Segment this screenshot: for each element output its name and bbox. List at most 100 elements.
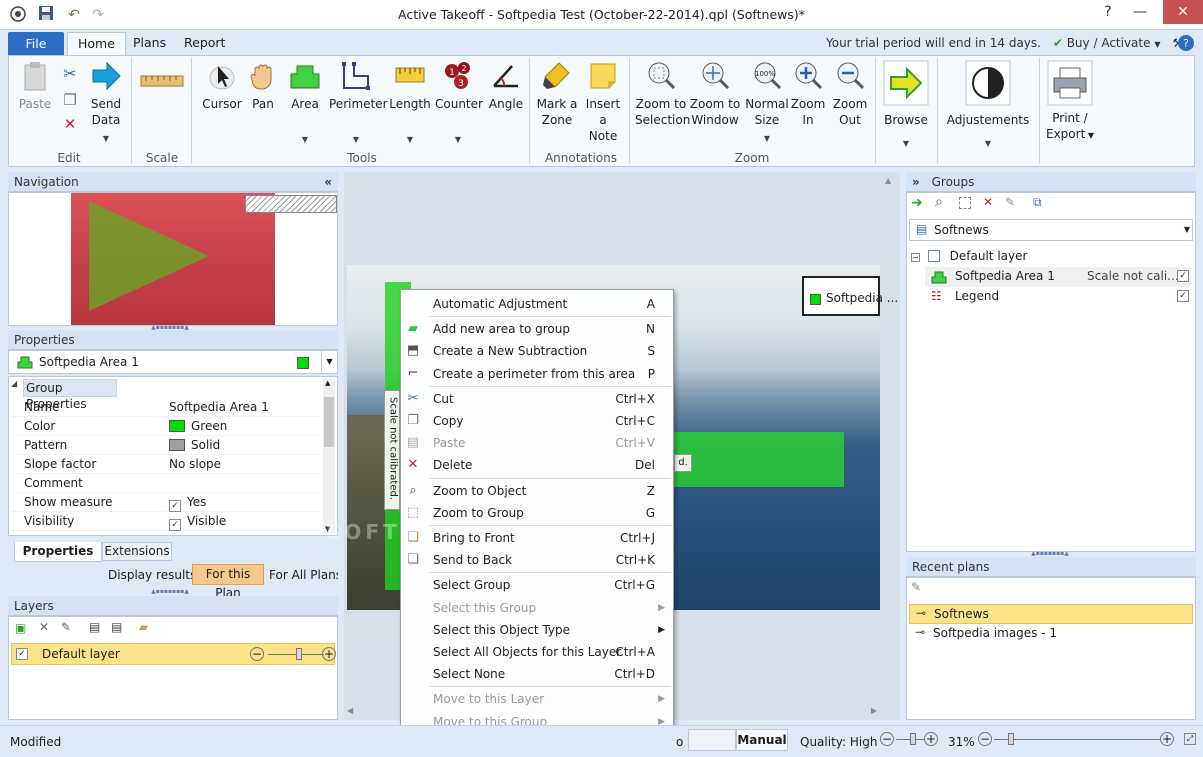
zoom-out-button[interactable]: Zoom Out [831,60,869,128]
minimize-button[interactable]: — [1120,0,1160,24]
folder-icon[interactable]: ▰ [139,620,148,634]
property-row-color[interactable]: Color Green [12,417,320,436]
paste-button[interactable]: Paste [15,60,55,112]
checkbox[interactable]: ✓ [169,519,181,531]
menu-item-select-this-object-type[interactable]: Select this Object Type ▶ [401,619,673,641]
menu-item-create-a-new-subtraction[interactable]: ⬒ Create a New Subtraction S [401,340,673,362]
scroll-up-icon[interactable]: ▲ [325,379,330,387]
menu-item-delete[interactable]: ✕ Delete Del [401,454,673,476]
zoom-increase-button[interactable]: + [1160,732,1174,746]
quality-label[interactable]: Quality: High [800,735,877,749]
arrow-right-icon[interactable]: ➜ [911,195,923,211]
quality-decrease-button[interactable]: − [880,732,894,746]
ribbon-help-icon[interactable]: ? [1177,34,1195,52]
save-layer-icon[interactable]: ▤ [89,620,100,634]
scale-button[interactable] [139,74,185,92]
tab-home[interactable]: Home [67,32,126,56]
area-checkbox[interactable]: ✓ [1177,270,1189,282]
zoom-in-button[interactable]: Zoom In [789,60,827,128]
counter-button[interactable]: 12 3 Counter ▼ [435,60,483,148]
close-button[interactable]: ✕ [1163,0,1203,24]
expand-right-icon[interactable]: » [912,175,920,189]
pin-icon[interactable]: ⊸ [915,625,925,639]
edit-icon[interactable]: ✎ [1005,195,1015,209]
property-row-pattern[interactable]: Pattern Solid [12,436,320,455]
tab-report[interactable]: Report [174,32,235,56]
menu-item-select-none[interactable]: Select None Ctrl+D [401,663,673,685]
property-row-slope[interactable]: Slope factor No slope [12,455,320,474]
menu-item-automatic-adjustment[interactable]: Automatic Adjustment A [401,293,673,315]
window-icon[interactable]: ⧉ [1033,195,1042,210]
zoom-slider-thumb[interactable] [1008,733,1014,745]
tab-extensions[interactable]: Extensions [102,542,172,561]
chevron-down-icon[interactable]: ▼ [321,351,337,373]
tab-properties[interactable]: Properties [14,542,102,562]
fit-window-icon[interactable]: ⤢ [1184,733,1196,745]
zoom-to-window-button[interactable]: Zoom to Window [689,60,741,128]
quality-increase-button[interactable]: + [924,732,938,746]
print-export-button[interactable]: Print / Export ▼ [1043,60,1097,144]
opacity-slider-thumb[interactable] [296,648,302,660]
layer-checkbox[interactable] [927,250,940,262]
menu-item-select-this-group[interactable]: Select this Group ▶ [401,597,673,619]
tree-area-row[interactable]: Softpedia Area 1 Scale not cali... ✓ [925,267,1191,287]
layer-row-default[interactable]: ✓ Default layer − + [11,643,336,665]
menu-item-zoom-to-object[interactable]: ⌕ Zoom to Object Z [401,480,673,502]
menu-item-select-all-objects-for-this-layer[interactable]: Select All Objects for this Layer Ctrl+A [401,641,673,663]
adjustments-button[interactable]: Adjustements ▼ [943,60,1033,152]
tab-plans[interactable]: Plans [123,32,176,56]
legend-checkbox[interactable]: ✓ [1177,290,1189,302]
tree-legend-row[interactable]: ☷ Legend ✓ [925,287,1191,307]
scroll-up-icon[interactable]: ▲ [885,176,891,185]
plan-selector[interactable]: ▤ Softnews ▼ [909,219,1193,241]
collapse-left-icon[interactable]: « [324,172,332,192]
menu-item-select-group[interactable]: Select Group Ctrl+G [401,574,673,596]
save-as-layer-icon[interactable]: ▤ [111,620,122,634]
menu-item-create-a-perimeter-from-this-area[interactable]: ⌐ Create a perimeter from this area P [401,363,673,385]
help-button[interactable]: ? [1093,0,1123,24]
menu-item-paste[interactable]: ▤ Paste Ctrl+V [401,432,673,454]
splitter-grip[interactable]: ▲▪▪▪▪▪▪▪▲ [140,589,200,595]
properties-scrollbar[interactable]: ▲ ▼ [323,379,335,533]
property-row-name[interactable]: Name Softpedia Area 1 [12,398,320,417]
browse-button[interactable]: Browse ▼ [881,60,931,152]
copy-button[interactable]: ❐ [59,92,81,109]
menu-item-cut[interactable]: ✂ Cut Ctrl+X [401,388,673,410]
add-layer-icon[interactable]: ▣ [15,621,26,635]
tree-collapse-icon[interactable]: − [911,253,920,262]
opacity-increase-button[interactable]: + [322,647,336,661]
quality-slider-thumb[interactable] [910,733,916,745]
delete-button[interactable]: ✕ [59,116,81,133]
recent-plan-item[interactable]: ⊸ Softpedia images - 1 [909,624,1193,644]
status-mode-partial[interactable]: o [676,735,683,749]
for-this-plan-button[interactable]: For this Plan [192,564,264,600]
zoom-slider[interactable] [994,739,1160,740]
perimeter-button[interactable]: Perimeter ▼ [329,60,388,148]
menu-item-copy[interactable]: ❐ Copy Ctrl+C [401,410,673,432]
delete-layer-icon[interactable]: ✕ [39,620,49,634]
mark-zone-button[interactable]: Mark a Zone [535,60,579,128]
property-row-visibility[interactable]: Visibility ✓ Visible [12,512,320,531]
cut-button[interactable]: ✂ [59,66,81,83]
scroll-left-icon[interactable]: ◀ [347,706,353,715]
navigation-panel[interactable] [8,192,338,326]
cursor-button[interactable]: Cursor [197,60,247,112]
menu-item-add-new-area-to-group[interactable]: ▰ Add new area to group N [401,318,673,340]
zoom-to-selection-button[interactable]: Zoom to Selection [635,60,690,128]
opacity-decrease-button[interactable]: − [250,647,264,661]
menu-item-move-to-this-layer[interactable]: Move to this Layer ▶ [401,688,673,710]
property-row-show-measure[interactable]: Show measure ✓ Yes [12,493,320,512]
insert-note-button[interactable]: Insert a Note [581,60,625,144]
scroll-thumb[interactable] [324,397,334,447]
magnifier-icon[interactable]: ⌕ [935,194,943,210]
file-tab[interactable]: File [8,32,64,55]
recent-plan-item[interactable]: ⊸ Softnews [909,604,1193,624]
layer-visible-checkbox[interactable]: ✓ [16,648,28,660]
chevron-down-icon[interactable]: ▼ [1154,40,1160,49]
mode-toggle-left[interactable] [688,729,736,751]
area-shape-horizontal[interactable] [674,432,844,487]
checkbox[interactable]: ✓ [169,500,181,512]
tree-default-layer[interactable]: − Default layer [911,247,1027,265]
area-button[interactable]: Area ▼ [285,60,325,148]
delete-icon[interactable]: ✕ [983,195,993,209]
